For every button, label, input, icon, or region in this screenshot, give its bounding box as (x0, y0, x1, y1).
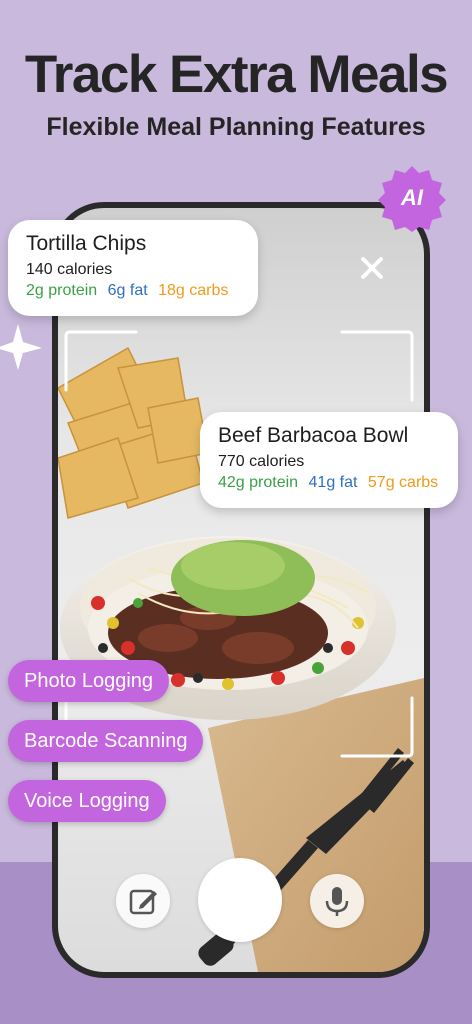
food-card-tortilla-chips[interactable]: Tortilla Chips 140 calories 2g protein 6… (8, 220, 258, 316)
macros-row: 42g protein 41g fat 57g carbs (218, 474, 440, 492)
sparkle-icon (0, 324, 42, 370)
page-subtitle: Flexible Meal Planning Features (46, 113, 426, 141)
food-name: Tortilla Chips (26, 232, 147, 255)
food-name: Beef Barbacoa Bowl (218, 424, 409, 447)
food-card-beef-barbacoa-bowl[interactable]: Beef Barbacoa Bowl 770 calories 42g prot… (200, 412, 458, 508)
ai-badge: AI (378, 164, 446, 232)
fat-value: 6g fat (107, 282, 148, 299)
calories-text: 140 calories (26, 261, 113, 278)
ai-badge-label: AI (401, 185, 423, 210)
close-icon[interactable] (360, 256, 384, 280)
voice-logging-button[interactable]: Voice Logging (8, 780, 166, 822)
photo-logging-button[interactable]: Photo Logging (8, 660, 170, 702)
edit-button[interactable] (116, 874, 170, 928)
protein-value: 42g protein (218, 474, 299, 491)
protein-value: 2g protein (26, 282, 98, 299)
calories-text: 770 calories (218, 453, 305, 470)
macros-row: 2g protein 6g fat 18g carbs (26, 282, 240, 300)
pencil-square-icon (129, 889, 157, 915)
shutter-button[interactable] (198, 858, 282, 942)
carbs-value: 57g carbs (367, 474, 439, 491)
barcode-scanning-button[interactable]: Barcode Scanning (8, 720, 204, 762)
microphone-icon (325, 887, 349, 916)
page-title: Track Extra Meals (24, 45, 449, 104)
fat-value: 41g fat (308, 474, 358, 491)
carbs-value: 18g carbs (158, 282, 229, 299)
microphone-button[interactable] (310, 874, 364, 928)
